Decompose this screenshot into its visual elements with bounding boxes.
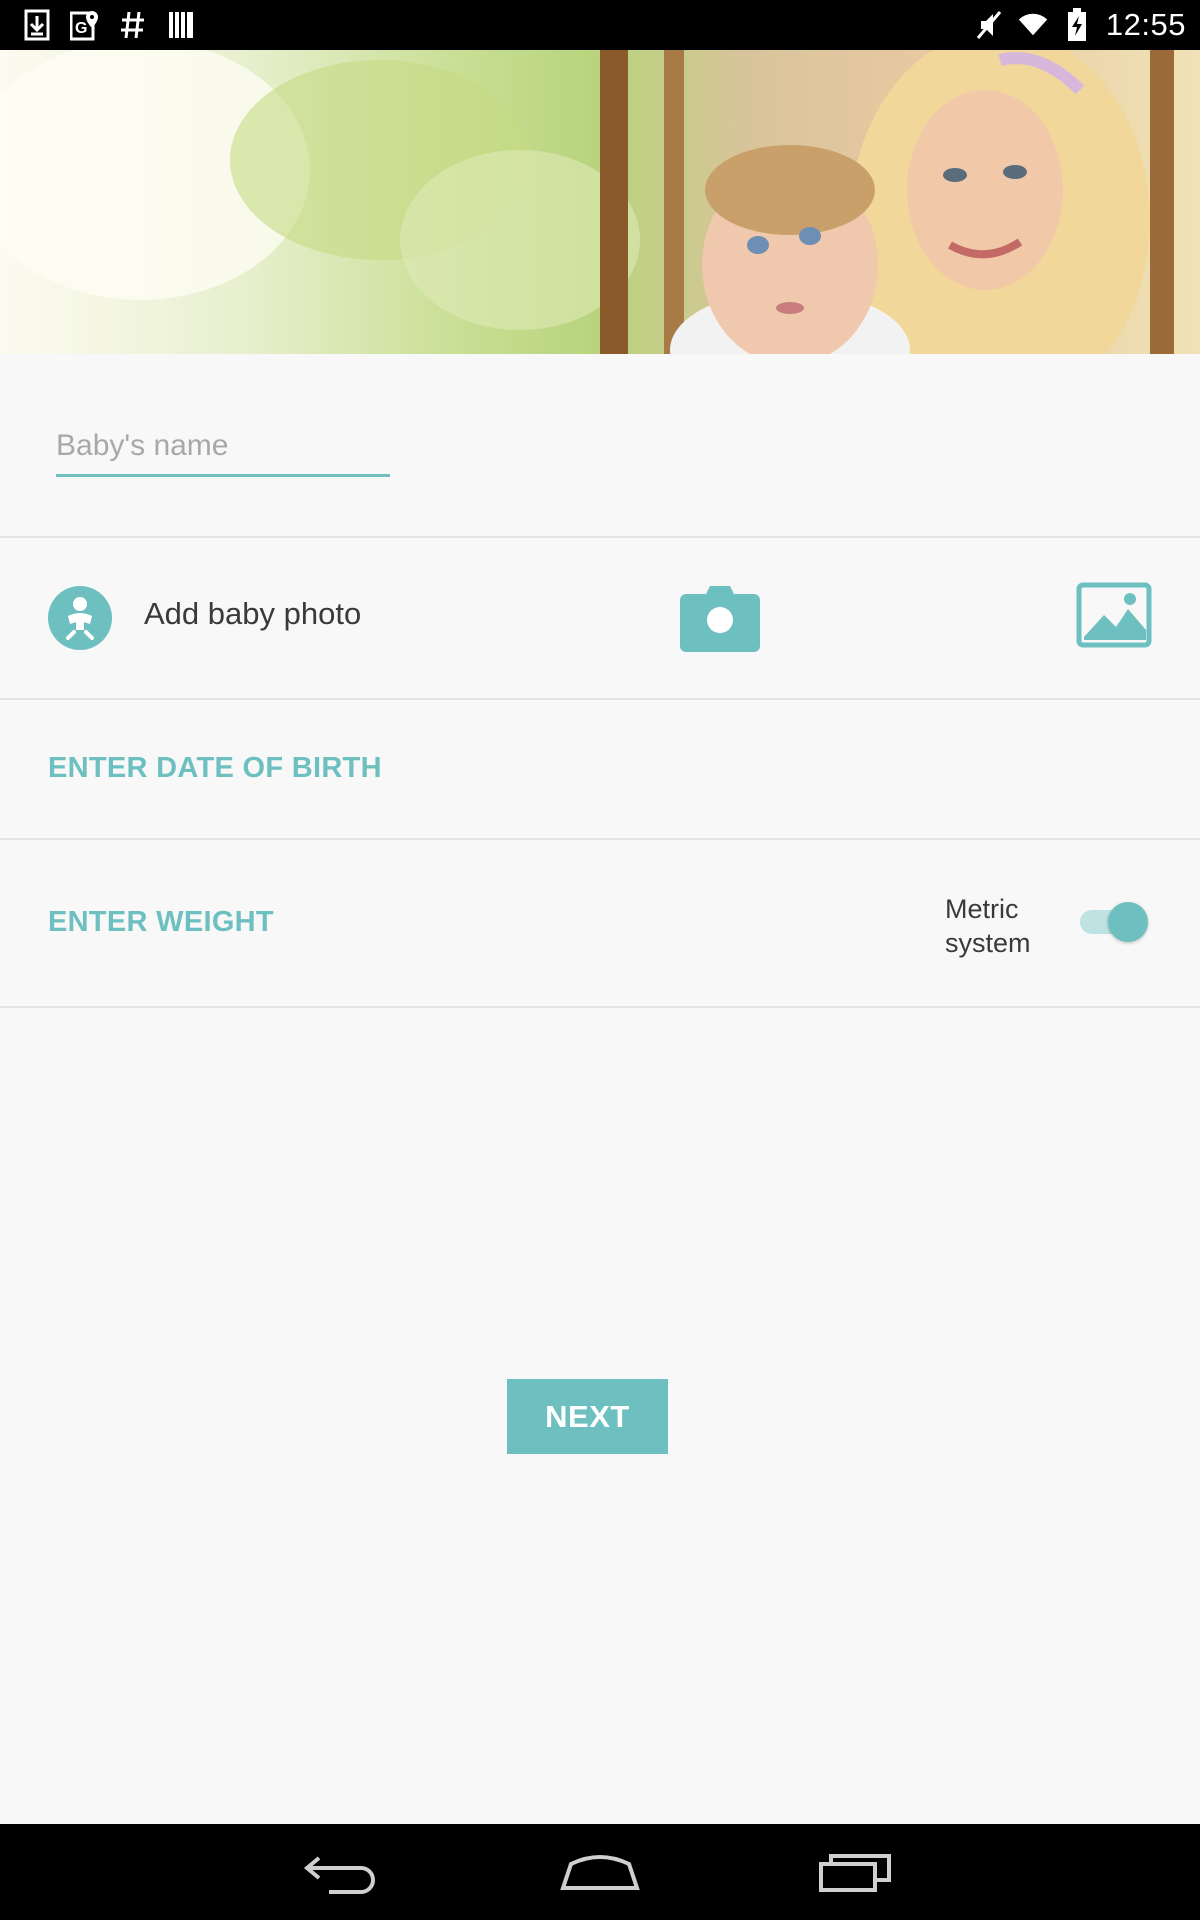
- barcode-icon: [166, 8, 196, 42]
- metric-label-line1: Metric: [945, 894, 1019, 924]
- date-of-birth-section: ENTER DATE OF BIRTH: [0, 700, 1200, 840]
- home-icon[interactable]: [555, 1844, 645, 1900]
- toggle-thumb: [1108, 902, 1148, 942]
- mute-icon: [974, 8, 1004, 42]
- next-button[interactable]: NEXT: [507, 1379, 668, 1454]
- baby-name-input[interactable]: [56, 424, 390, 477]
- clock: 12:55: [1105, 7, 1186, 42]
- battery-icon: [1062, 8, 1092, 42]
- name-section: [0, 354, 1200, 538]
- weight-section: ENTER WEIGHT Metric system: [0, 840, 1200, 1008]
- metric-system-toggle[interactable]: [1078, 902, 1148, 942]
- photo-section: Add baby photo: [0, 538, 1200, 700]
- svg-text:G: G: [75, 20, 87, 37]
- navigation-bar: [0, 1824, 1200, 1920]
- back-icon[interactable]: [299, 1844, 389, 1900]
- status-bar: G 12:55: [0, 0, 1200, 50]
- enter-weight-button[interactable]: ENTER WEIGHT: [48, 906, 274, 939]
- system-icons: 12:55: [974, 6, 1186, 44]
- gallery-icon[interactable]: [1076, 582, 1152, 654]
- enter-date-of-birth-button[interactable]: ENTER DATE OF BIRTH: [48, 752, 382, 785]
- add-photo-label: Add baby photo: [144, 596, 362, 631]
- download-icon: [22, 8, 52, 42]
- notification-icons: G: [22, 8, 196, 42]
- wifi-icon: [1018, 8, 1048, 42]
- camera-icon[interactable]: [680, 582, 760, 654]
- metric-system-label: Metric system: [945, 892, 1065, 960]
- hash-icon: [118, 8, 148, 42]
- baby-icon: [48, 586, 112, 650]
- metric-label-line2: system: [945, 928, 1031, 958]
- maps-icon: G: [70, 8, 100, 42]
- recents-icon[interactable]: [813, 1844, 903, 1900]
- hero-image: [0, 50, 1200, 354]
